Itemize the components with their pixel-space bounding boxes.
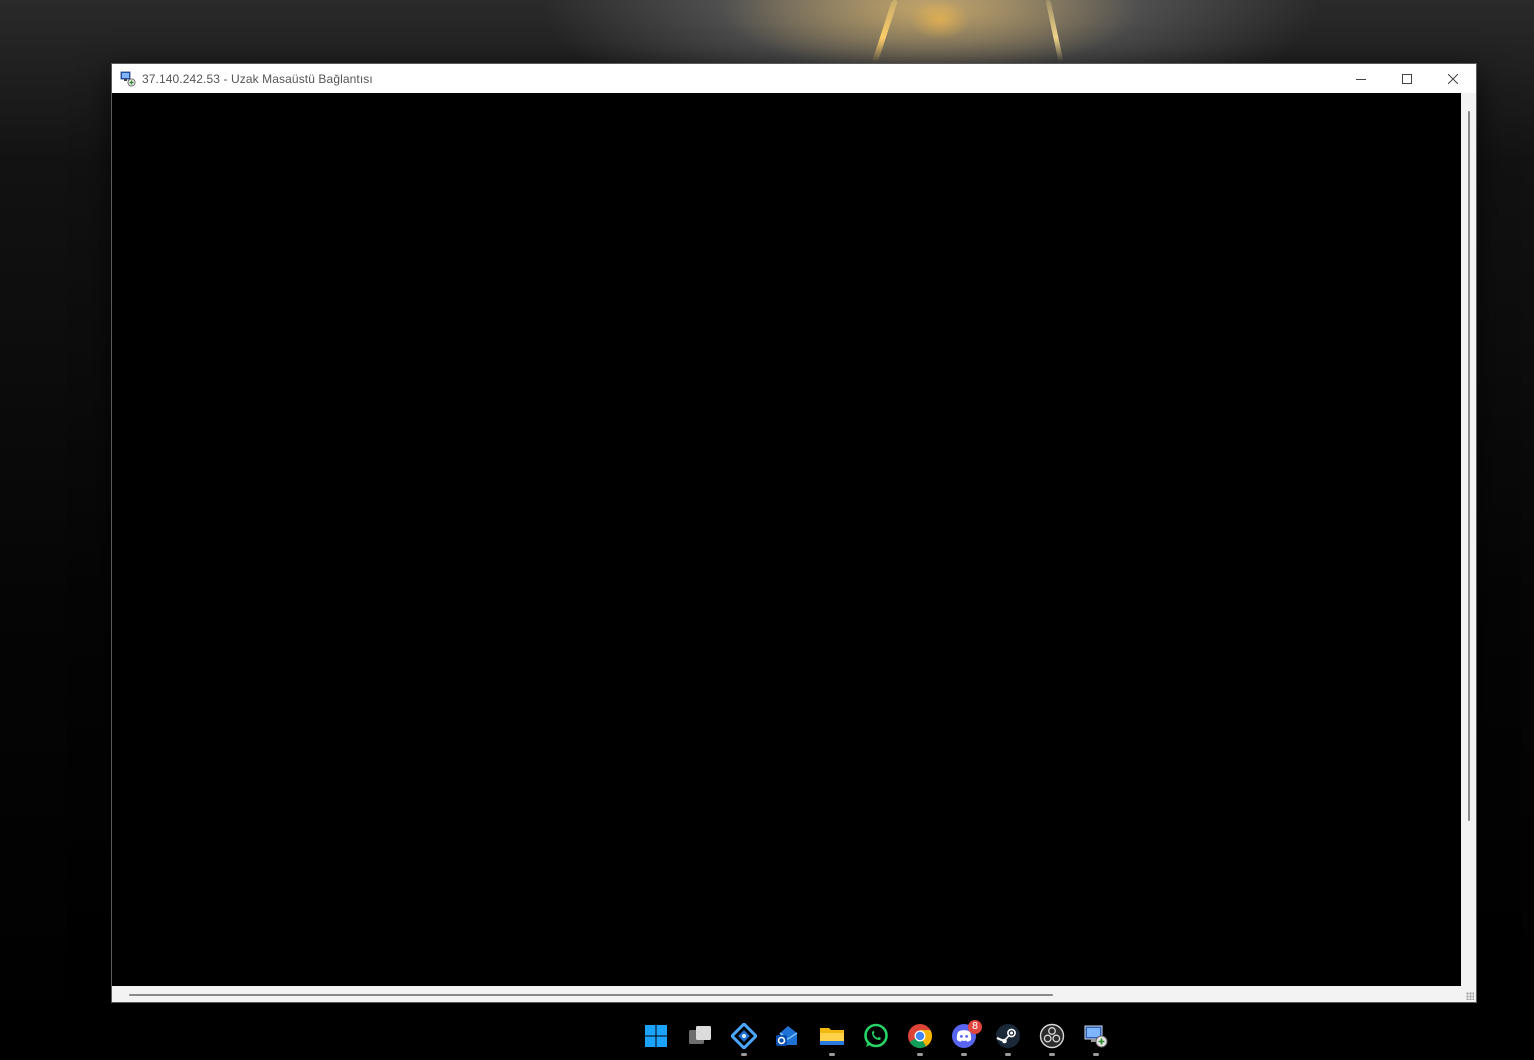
wallpaper-glow bbox=[910, 0, 970, 40]
minimize-icon bbox=[1356, 78, 1366, 80]
running-indicator bbox=[741, 1053, 747, 1056]
window-title: 37.140.242.53 - Uzak Masaüstü Bağlantısı bbox=[142, 71, 373, 86]
chrome-icon bbox=[908, 1024, 933, 1049]
windows-logo-icon bbox=[645, 1025, 667, 1047]
task-view-button[interactable] bbox=[678, 1012, 722, 1060]
remote-desktop-icon[interactable] bbox=[120, 71, 136, 87]
taskbar: 8 bbox=[0, 1012, 1534, 1060]
taskbar-app-whatsapp[interactable] bbox=[854, 1012, 898, 1060]
running-indicator bbox=[829, 1053, 835, 1056]
horizontal-scrollbar[interactable] bbox=[112, 986, 1476, 1002]
taskbar-app-chrome[interactable] bbox=[898, 1012, 942, 1060]
taskbar-app-dev[interactable] bbox=[722, 1012, 766, 1060]
steam-icon bbox=[996, 1024, 1020, 1048]
close-button[interactable] bbox=[1430, 64, 1476, 93]
taskbar-app-file-explorer[interactable] bbox=[810, 1012, 854, 1060]
vertical-scrollbar[interactable] bbox=[1461, 93, 1476, 986]
maximize-button[interactable] bbox=[1384, 64, 1430, 93]
resize-grip[interactable] bbox=[1466, 992, 1474, 1000]
running-indicator bbox=[1049, 1053, 1055, 1056]
folder-icon bbox=[820, 1028, 844, 1045]
close-icon bbox=[1448, 73, 1458, 84]
running-indicator bbox=[961, 1053, 967, 1056]
minimize-button[interactable] bbox=[1338, 64, 1384, 93]
outlook-icon bbox=[776, 1026, 798, 1046]
blue-diamond-app-icon bbox=[731, 1023, 757, 1049]
taskbar-app-outlook[interactable] bbox=[766, 1012, 810, 1060]
running-indicator bbox=[1093, 1053, 1099, 1056]
taskbar-app-remote-desktop[interactable] bbox=[1074, 1012, 1118, 1060]
running-indicator bbox=[917, 1053, 923, 1056]
title-bar[interactable]: 37.140.242.53 - Uzak Masaüstü Bağlantısı bbox=[112, 64, 1476, 93]
remote-desktop-icon bbox=[1084, 1025, 1108, 1048]
notification-badge: 8 bbox=[968, 1020, 982, 1034]
remote-session-display[interactable] bbox=[112, 93, 1461, 986]
vertical-scrollbar-thumb[interactable] bbox=[1468, 111, 1470, 821]
obs-icon bbox=[1039, 1023, 1065, 1049]
maximize-icon bbox=[1402, 73, 1412, 84]
taskbar-app-steam[interactable] bbox=[986, 1012, 1030, 1060]
whatsapp-icon bbox=[864, 1023, 888, 1048]
horizontal-scrollbar-thumb[interactable] bbox=[129, 994, 1053, 996]
taskbar-app-discord[interactable]: 8 bbox=[942, 1012, 986, 1060]
remote-desktop-window[interactable]: 37.140.242.53 - Uzak Masaüstü Bağlantısı bbox=[111, 63, 1477, 1003]
running-indicator bbox=[1005, 1053, 1011, 1056]
task-view-icon bbox=[689, 1026, 711, 1044]
start-button[interactable] bbox=[634, 1012, 678, 1060]
taskbar-app-obs[interactable] bbox=[1030, 1012, 1074, 1060]
wallpaper-light-streak bbox=[871, 0, 899, 62]
wallpaper-light-streak bbox=[1045, 0, 1064, 62]
